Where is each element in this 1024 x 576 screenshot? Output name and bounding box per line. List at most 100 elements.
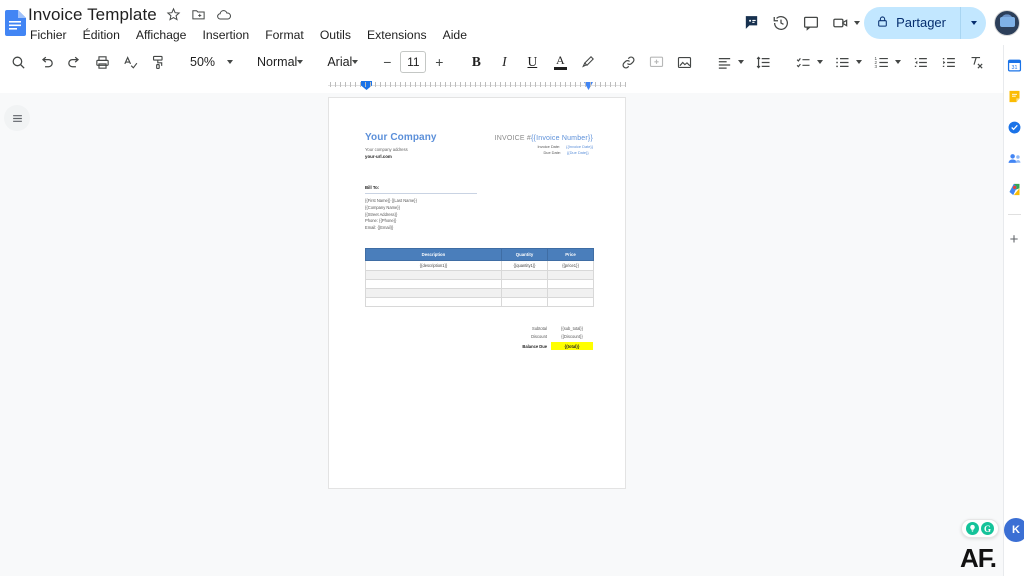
meet-chevron-down-icon[interactable] xyxy=(854,20,861,25)
grammarly-logo-icon[interactable]: G xyxy=(981,522,994,535)
google-calendar-icon[interactable]: 31 xyxy=(1006,57,1023,74)
checklist-chevron-down-icon[interactable] xyxy=(817,60,824,64)
cell-description[interactable] xyxy=(365,270,502,281)
discount-value: {{Discount}} xyxy=(561,334,583,340)
grammarly-suggestion-icon[interactable] xyxy=(966,522,979,535)
highlight-color-button[interactable] xyxy=(574,48,602,76)
decrease-indent-icon[interactable] xyxy=(906,48,934,76)
increase-font-size-button[interactable]: + xyxy=(428,51,450,73)
cell-quantity[interactable] xyxy=(501,270,548,281)
numbered-list-icon[interactable]: 1 2 3 xyxy=(867,48,895,76)
ruler-tick xyxy=(490,82,491,87)
balance-due-label: Balance Due xyxy=(522,343,547,349)
google-docs-logo-icon[interactable] xyxy=(4,10,26,36)
table-row[interactable] xyxy=(365,270,594,281)
table-row[interactable] xyxy=(365,279,594,290)
increase-indent-icon[interactable] xyxy=(934,48,962,76)
comment-icon[interactable] xyxy=(796,8,826,38)
line-spacing-icon[interactable] xyxy=(749,48,777,76)
document-page[interactable]: Your Company Your company address your-u… xyxy=(328,97,626,489)
font-size-value[interactable]: 11 xyxy=(400,51,427,73)
table-row[interactable] xyxy=(365,288,594,299)
decrease-font-size-button[interactable]: − xyxy=(376,51,398,73)
menu-extensions[interactable]: Extensions xyxy=(365,27,429,43)
google-keep-icon[interactable] xyxy=(1006,88,1023,105)
cell-price[interactable] xyxy=(547,297,594,308)
checklist-icon[interactable] xyxy=(789,48,817,76)
horizontal-ruler[interactable] xyxy=(328,81,626,92)
menu-aide[interactable]: Aide xyxy=(441,27,469,43)
google-tasks-icon[interactable] xyxy=(1006,119,1023,136)
add-comment-icon[interactable] xyxy=(642,48,670,76)
menu-affichage[interactable]: Affichage xyxy=(134,27,189,43)
paragraph-style-select[interactable]: Normal xyxy=(251,49,309,75)
bulleted-list-icon[interactable] xyxy=(828,48,856,76)
redo-icon[interactable] xyxy=(60,48,88,76)
spellcheck-icon[interactable] xyxy=(116,48,144,76)
share-chevron-down-icon[interactable] xyxy=(960,6,986,39)
document-title[interactable]: Invoice Template xyxy=(28,5,157,25)
cell-price[interactable] xyxy=(547,288,594,299)
share-button[interactable]: Partager xyxy=(864,6,960,39)
show-document-outline-icon[interactable] xyxy=(4,105,30,131)
account-avatar[interactable] xyxy=(994,9,1020,36)
menu-insertion[interactable]: Insertion xyxy=(200,27,251,43)
subtotal-value: {{sub_total}} xyxy=(560,325,584,331)
star-icon[interactable] xyxy=(166,7,182,23)
line-items-table[interactable]: Description Quantity Price {{description… xyxy=(365,248,594,308)
italic-button[interactable]: I xyxy=(490,48,518,76)
cell-price[interactable]: {{price1}} xyxy=(547,259,594,272)
insert-link-icon[interactable] xyxy=(614,48,642,76)
font-size-stepper[interactable]: − 11 + xyxy=(376,51,450,73)
insert-image-icon[interactable] xyxy=(670,48,698,76)
version-history-icon[interactable] xyxy=(766,8,796,38)
google-contacts-icon[interactable] xyxy=(1006,150,1023,167)
invoice-title: INVOICE #{{Invoice Number}} xyxy=(495,135,593,142)
zoom-level-select[interactable]: 50% xyxy=(184,49,239,75)
get-add-ons-icon[interactable]: + xyxy=(1006,231,1023,248)
clear-formatting-icon[interactable] xyxy=(962,48,990,76)
meet-call-control[interactable] xyxy=(826,8,864,38)
print-icon[interactable] xyxy=(88,48,116,76)
meet-camera-icon[interactable] xyxy=(826,8,856,38)
ruler-tick xyxy=(470,82,471,87)
font-family-select[interactable]: Arial xyxy=(321,49,364,75)
invoice-meta-block: INVOICE #{{Invoice Number}} Invoice Date… xyxy=(495,132,593,156)
cell-description[interactable] xyxy=(365,279,502,290)
cell-quantity[interactable] xyxy=(501,279,548,290)
align-left-icon[interactable] xyxy=(710,48,738,76)
menu-edition[interactable]: Édition xyxy=(81,27,122,43)
bold-button[interactable]: B xyxy=(462,48,490,76)
google-maps-icon[interactable] xyxy=(1006,181,1023,198)
cell-quantity[interactable] xyxy=(501,297,548,308)
watermark-text: AF. xyxy=(960,543,997,573)
cell-quantity[interactable]: {{quantity1}} xyxy=(501,259,548,272)
grammarly-icon[interactable] xyxy=(736,8,766,38)
align-chevron-down-icon[interactable] xyxy=(738,60,745,64)
cell-description[interactable] xyxy=(365,297,502,308)
table-row[interactable]: {{description1}} {{quantity1}} {{price1}… xyxy=(365,259,594,272)
cell-description[interactable] xyxy=(365,288,502,299)
menu-format[interactable]: Format xyxy=(263,27,306,43)
ruler-tick xyxy=(570,82,571,87)
undo-icon[interactable] xyxy=(32,48,60,76)
ruler-tick xyxy=(615,82,616,87)
cell-price[interactable] xyxy=(547,279,594,290)
table-row[interactable] xyxy=(365,297,594,308)
grammarly-widget[interactable]: G xyxy=(961,519,999,538)
cell-quantity[interactable] xyxy=(501,288,548,299)
cell-price[interactable] xyxy=(547,270,594,281)
menu-outils[interactable]: Outils xyxy=(318,27,353,43)
text-color-button[interactable]: A xyxy=(546,48,574,76)
underline-button[interactable]: U xyxy=(518,48,546,76)
cloud-saved-icon[interactable] xyxy=(216,7,232,23)
paint-format-icon[interactable] xyxy=(144,48,172,76)
search-icon[interactable] xyxy=(4,48,32,76)
move-to-folder-icon[interactable] xyxy=(191,7,207,23)
cell-description[interactable]: {{description1}} xyxy=(365,259,502,272)
numbered-chevron-down-icon[interactable] xyxy=(895,60,902,64)
menu-fichier[interactable]: Fichier xyxy=(28,27,69,43)
profile-bubble[interactable]: K xyxy=(1004,518,1024,542)
bullets-chevron-down-icon[interactable] xyxy=(856,60,863,64)
column-header-quantity: Quantity xyxy=(501,248,548,261)
